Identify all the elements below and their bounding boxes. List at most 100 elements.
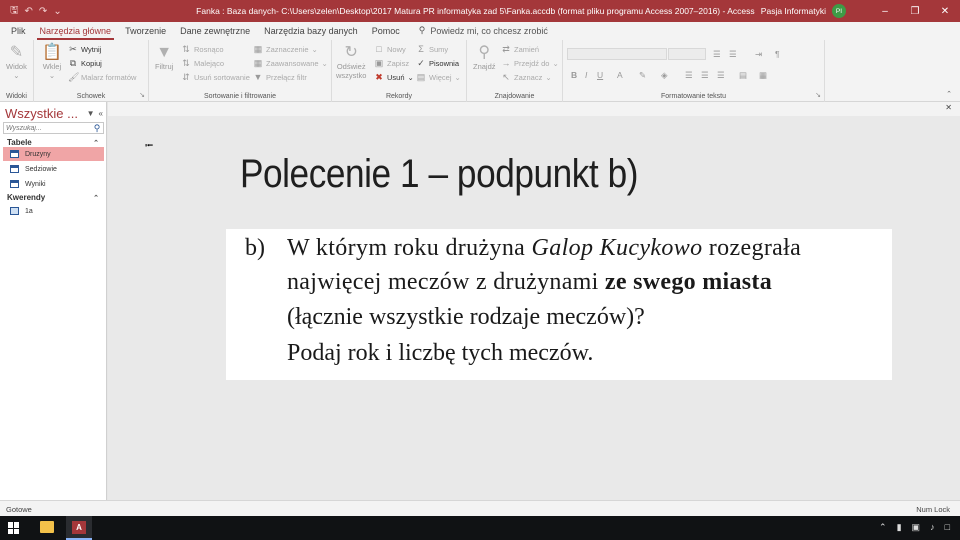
cut-button[interactable]: ✂ Wytnij — [68, 44, 101, 55]
remove-sort-button[interactable]: ⇵ Usuń sortowanie — [181, 72, 250, 83]
list-format-icon[interactable]: ☰ — [729, 49, 737, 60]
gridlines-icon[interactable]: ▦ — [759, 70, 767, 81]
highlight-icon[interactable]: ✎ — [639, 70, 646, 81]
tell-me-text: Powiedz mi, co chcesz zrobić — [430, 25, 548, 36]
tab-tworzenie[interactable]: Tworzenie — [118, 26, 173, 40]
collapse-pane-icon[interactable]: « — [99, 109, 103, 118]
alternate-row-color-icon[interactable]: ▤ — [739, 70, 747, 81]
nav-section-kwerendy[interactable]: Kwerendy ⌃ — [3, 191, 104, 204]
font-size-select[interactable] — [668, 48, 706, 60]
lightbulb-icon: ⚲ — [418, 25, 426, 35]
chevron-up-icon[interactable]: ⌃ — [879, 522, 887, 533]
windows-start-icon[interactable] — [8, 522, 20, 534]
volume-icon[interactable]: ♪ — [930, 522, 935, 533]
scissors-icon: ✂ — [69, 44, 77, 54]
filter-button[interactable]: ▼ Filtruj — [155, 44, 173, 71]
nav-item-1a[interactable]: 1a — [3, 204, 104, 218]
tab-narzedzia-glowne[interactable]: Narzędzia główne — [33, 26, 119, 40]
save-record-button[interactable]: ▣ Zapisz — [374, 58, 409, 69]
chevron-down-icon: ⌄ — [552, 58, 559, 68]
group-formatowanie: ☰ ☰ ⇥ ¶ B I U A ✎ ◈ ☰ ☰ ☰ ▤ ▦ Formatowan… — [563, 40, 825, 102]
find-button[interactable]: ⚲ Znajdź — [473, 44, 496, 71]
dialog-launcher-icon[interactable]: ↘ — [815, 91, 821, 99]
spelling-icon: ✓ — [417, 58, 425, 68]
title-bar: 🖫 ↶ ↷ ⌄ Fanka : Baza danych- C:\Users\ze… — [0, 0, 960, 22]
fill-color-icon[interactable]: ◈ — [661, 70, 668, 81]
chevron-down-icon: ⌄ — [407, 73, 414, 82]
search-icon[interactable]: ⚲ — [91, 123, 103, 134]
view-button[interactable]: ✎ Widok ⌄ — [6, 44, 27, 80]
toggle-filter-icon: ▼ — [253, 72, 263, 82]
battery-icon[interactable]: ▮ — [897, 522, 902, 533]
nav-item-wyniki[interactable]: Wyniki — [3, 177, 104, 191]
file-explorer-icon[interactable] — [40, 521, 54, 533]
font-name-select[interactable] — [567, 48, 667, 60]
tell-me-search[interactable]: ⚲ Powiedz mi, co chcesz zrobić — [407, 25, 556, 40]
paragraph-direction-icon[interactable]: ¶ — [775, 49, 780, 59]
totals-button[interactable]: Σ Sumy — [416, 44, 448, 54]
go-to-button[interactable]: → Przejdź do ⌄ — [501, 58, 559, 68]
select-button[interactable]: ↖ Zaznacz ⌄ — [501, 72, 551, 83]
list-format-icon[interactable]: ☰ — [713, 49, 721, 60]
more-icon: ▤ — [416, 72, 426, 82]
more-button[interactable]: ▤ Więcej ⌄ — [416, 72, 461, 83]
align-left-icon[interactable]: ☰ — [685, 70, 693, 81]
chevron-down-icon: ⌄ — [311, 45, 318, 54]
access-taskbar-button[interactable]: A — [66, 516, 92, 540]
indent-icon[interactable]: ⇥ — [755, 49, 762, 60]
task-line-2: najwięcej meczów z drużynami ze swego mi… — [287, 269, 773, 295]
selection-button[interactable]: ▦ Zaznaczenie ⌄ — [253, 44, 318, 55]
nav-header[interactable]: Wszystkie ... ▼ « — [5, 105, 103, 121]
toggle-filter-button[interactable]: ▼ Przełącz filtr — [253, 72, 307, 82]
minimize-button[interactable]: – — [870, 6, 900, 17]
close-document-icon[interactable]: ✕ — [945, 103, 952, 112]
user-account[interactable]: Pasja Informatyki PI — [761, 4, 846, 18]
dialog-launcher-icon[interactable]: ↘ — [139, 91, 145, 99]
tab-dane-zewnetrzne[interactable]: Dane zewnętrzne — [173, 26, 257, 40]
bold-icon[interactable]: B — [571, 70, 577, 80]
restore-button[interactable]: ❐ — [900, 6, 930, 17]
nav-menu-icon[interactable]: ▼ — [87, 109, 95, 118]
arrow-right-icon: → — [501, 58, 511, 68]
close-button[interactable]: ✕ — [930, 6, 960, 17]
paste-button[interactable]: 📋 Wklej ⌄ — [42, 44, 62, 80]
cursor-icon: ↖ — [502, 72, 510, 82]
group-schowek: 📋 Wklej ⌄ ✂ Wytnij ⧉ Kopiuj 🖌 Malarz format… — [34, 40, 149, 102]
network-icon[interactable]: ▣ — [912, 522, 921, 533]
tab-plik[interactable]: Plik — [4, 26, 33, 40]
document-tab-strip: ✕ — [108, 102, 960, 116]
access-icon: A — [72, 521, 86, 534]
tab-narzedzia-bazy-danych[interactable]: Narzędzia bazy danych — [257, 26, 365, 40]
save-icon[interactable]: 🖫 — [10, 3, 19, 20]
delete-record-button[interactable]: ✖ Usuń ⌄ — [374, 72, 414, 83]
underline-icon[interactable]: U — [597, 70, 603, 80]
sort-ascending-button[interactable]: ⇅ Rosnąco — [181, 44, 223, 55]
customize-qat-icon[interactable]: ⌄ — [53, 6, 61, 17]
advanced-filter-button[interactable]: ▦ Zaawansowane ⌄ — [253, 58, 328, 69]
nav-item-druzyny[interactable]: Druzyny — [3, 147, 104, 161]
format-painter-button[interactable]: 🖌 Malarz formatów — [68, 72, 136, 83]
tab-pomoc[interactable]: Pomoc — [365, 26, 407, 40]
nav-item-sedziowie[interactable]: Sedziowie — [3, 162, 104, 176]
font-color-icon[interactable]: A — [617, 70, 623, 80]
refresh-all-button[interactable]: ↻ Odśwież wszystko — [336, 44, 366, 80]
spelling-button[interactable]: ✓ Pisownia — [416, 58, 459, 69]
copy-button[interactable]: ⧉ Kopiuj — [68, 58, 102, 69]
delete-icon: ✖ — [375, 72, 383, 82]
redo-icon[interactable]: ↷ — [39, 6, 47, 17]
align-center-icon[interactable]: ☰ — [701, 70, 709, 81]
undo-icon[interactable]: ↶ — [25, 6, 33, 17]
nav-search-input[interactable] — [4, 123, 91, 133]
replace-button[interactable]: ⇄ Zamień — [501, 44, 539, 55]
notifications-icon[interactable]: □ — [945, 522, 950, 533]
group-sortowanie: ▼ Filtruj ⇅ Rosnąco ⇅ Malejąco ⇵ Usuń sorto… — [149, 40, 332, 102]
user-name: Pasja Informatyki — [760, 6, 826, 16]
new-record-button[interactable]: □ Nowy — [374, 44, 405, 54]
sigma-icon: Σ — [418, 44, 424, 54]
chevron-up-icon: ⌃ — [93, 139, 99, 147]
nav-title: Wszystkie ... — [5, 105, 78, 121]
italic-icon[interactable]: I — [585, 70, 587, 80]
sort-descending-button[interactable]: ⇅ Malejąco — [181, 58, 224, 69]
align-right-icon[interactable]: ☰ — [717, 70, 725, 81]
collapse-ribbon-icon[interactable]: ⌃ — [946, 90, 952, 98]
